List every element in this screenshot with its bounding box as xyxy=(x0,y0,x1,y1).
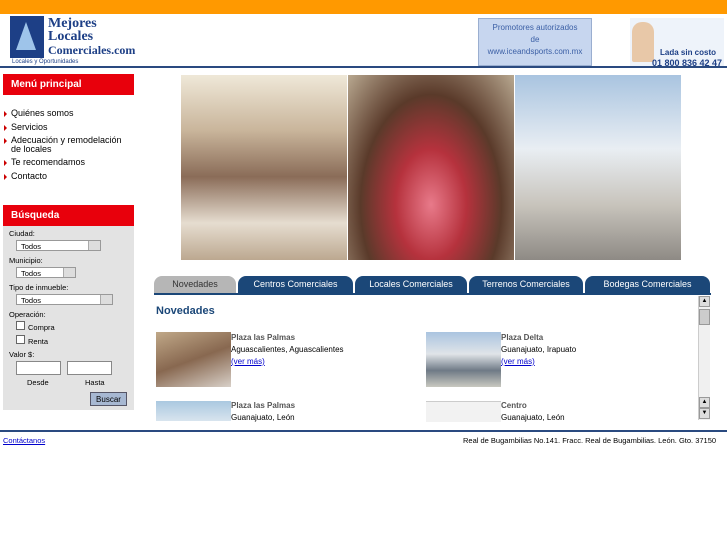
arrow-right-icon xyxy=(4,173,7,180)
logo-emblem-icon xyxy=(10,16,44,58)
chevron-down-icon xyxy=(100,295,112,304)
listing-thumbnail[interactable] xyxy=(426,332,501,387)
glass-roof-gallery-photo xyxy=(515,75,681,260)
novedades-scrollbar[interactable]: ▲ ▲ ▼ xyxy=(698,296,710,420)
chevron-down-icon xyxy=(88,241,100,250)
listing-thumbnail[interactable] xyxy=(426,401,501,422)
site-logo[interactable]: Mejores Locales Comerciales.com Locales … xyxy=(10,16,136,65)
tabs-divider xyxy=(154,293,711,295)
tab-centros-comerciales[interactable]: Centros Comerciales xyxy=(238,276,353,293)
footer-divider xyxy=(0,430,727,432)
arrow-right-icon xyxy=(4,110,7,117)
arrow-right-icon xyxy=(4,159,7,166)
listing-title: Plaza Delta xyxy=(501,333,544,342)
top-accent-bar xyxy=(0,0,727,14)
operator-photo xyxy=(632,22,654,62)
main-menu-title: Menú principal xyxy=(11,79,82,90)
listing-more-link[interactable]: (ver más) xyxy=(501,357,535,366)
renta-checkbox[interactable] xyxy=(16,335,25,344)
municipio-select[interactable]: Todos xyxy=(16,267,76,278)
renta-label: Renta xyxy=(28,337,49,346)
scroll-up-icon[interactable]: ▲ xyxy=(699,397,710,408)
listing-more-link[interactable]: (ver más) xyxy=(231,357,265,366)
listing-location: Guanajuato, Irapuato xyxy=(501,345,577,354)
valor-label: Valor $: xyxy=(9,350,35,359)
fountain-photo xyxy=(348,75,514,260)
tab-locales-comerciales[interactable]: Locales Comerciales xyxy=(355,276,467,293)
listing-thumbnail[interactable] xyxy=(156,401,231,421)
promo-line-3: www.iceandsports.com.mx xyxy=(487,47,583,56)
listing-location: Guanajuato, León xyxy=(231,413,295,422)
novedades-title: Novedades xyxy=(156,305,215,317)
listing-title: Plaza las Palmas xyxy=(231,333,296,342)
toll-free-number: 01 800 836 42 47 xyxy=(652,58,723,68)
promo-line-1: Promotores autorizados xyxy=(492,23,578,32)
tipo-inmueble-select[interactable]: Todos xyxy=(16,294,113,305)
toll-free-label: Lada sin costo xyxy=(660,48,717,57)
header-divider xyxy=(0,66,727,68)
tab-novedades[interactable]: Novedades xyxy=(154,276,236,293)
scroll-up-icon[interactable]: ▲ xyxy=(699,296,710,307)
main-menu-header: Menú principal xyxy=(3,74,134,95)
valor-hasta-input[interactable] xyxy=(67,361,112,375)
toll-free-banner: Lada sin costo 01 800 836 42 47 xyxy=(630,18,724,68)
hasta-label: Hasta xyxy=(85,378,105,387)
desde-label: Desde xyxy=(27,378,49,387)
listing-thumbnail[interactable] xyxy=(156,332,231,387)
listing-title: Plaza las Palmas xyxy=(231,401,296,410)
compra-checkbox[interactable] xyxy=(16,321,25,330)
valor-desde-input[interactable] xyxy=(16,361,61,375)
tipo-inmueble-label: Tipo de inmueble: xyxy=(9,283,69,292)
ciudad-select[interactable]: Todos xyxy=(16,240,101,251)
menu-item-servicios[interactable]: Servicios xyxy=(4,122,48,132)
tab-bodegas-comerciales[interactable]: Bodegas Comerciales xyxy=(585,276,710,293)
logo-text-3: Comerciales.com xyxy=(48,43,136,57)
ciudad-label: Ciudad: xyxy=(9,229,35,238)
contact-link[interactable]: Contáctanos xyxy=(3,436,45,445)
tab-terrenos-comerciales[interactable]: Terrenos Comerciales xyxy=(469,276,583,293)
search-button[interactable]: Buscar xyxy=(90,392,127,406)
footer-address: Real de Bugambilias No.141. Fracc. Real … xyxy=(463,436,717,445)
search-title: Búsqueda xyxy=(11,210,60,221)
chevron-down-icon xyxy=(63,268,75,277)
menu-item-adecuacion-cont[interactable]: de locales xyxy=(11,144,52,154)
promo-line-2: de xyxy=(530,35,540,44)
scroll-down-icon[interactable]: ▼ xyxy=(699,408,710,419)
mall-interior-photo xyxy=(181,75,347,260)
listing-location: Aguascalientes, Aguascalientes xyxy=(231,345,344,354)
menu-item-quienes-somos[interactable]: Quiénes somos xyxy=(4,108,74,118)
logo-tagline: Locales y Oportunidades xyxy=(12,59,79,65)
listing-title: Centro xyxy=(501,401,527,410)
menu-item-te-recomendamos[interactable]: Te recomendamos xyxy=(4,157,85,167)
scroll-thumb[interactable] xyxy=(699,309,710,325)
compra-label: Compra xyxy=(28,323,55,332)
arrow-right-icon xyxy=(4,137,7,144)
operacion-label: Operación: xyxy=(9,310,46,319)
arrow-right-icon xyxy=(4,124,7,131)
search-header: Búsqueda xyxy=(3,205,134,226)
menu-item-contacto[interactable]: Contacto xyxy=(4,171,47,181)
promo-banner[interactable]: Promotores autorizados de www.iceandspor… xyxy=(478,18,592,66)
municipio-label: Municipio: xyxy=(9,256,43,265)
listing-location: Guanajuato, León xyxy=(501,413,565,422)
